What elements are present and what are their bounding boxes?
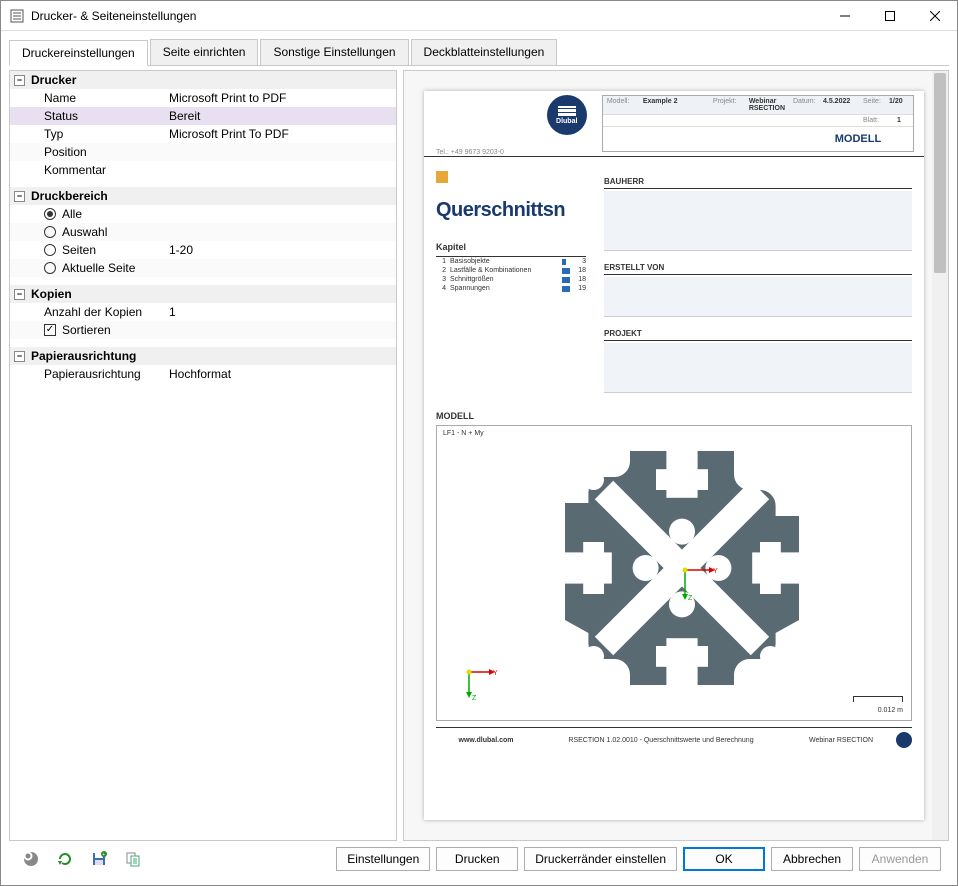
svg-text:+: + xyxy=(102,852,105,858)
tab-seite-einrichten[interactable]: Seite einrichten xyxy=(150,39,259,65)
section-projekt: PROJEKT xyxy=(604,329,912,341)
expander-druckbereich[interactable]: − xyxy=(14,191,25,202)
tab-druckereinstellungen[interactable]: Druckereinstellungen xyxy=(9,40,148,66)
value-seiten[interactable]: 1-20 xyxy=(165,242,396,258)
header-info-table: Modell:Example 2 Projekt:Webinar RSECTIO… xyxy=(602,95,914,152)
value-anzahl[interactable]: 1 xyxy=(165,304,396,320)
section-bauherr: BAUHERR xyxy=(604,177,912,189)
close-button[interactable] xyxy=(912,1,957,30)
window-title: Drucker- & Seiteneinstellungen xyxy=(31,9,822,23)
label-seiten: Seiten xyxy=(62,243,96,257)
group-druckbereich-title: Druckbereich xyxy=(31,189,108,203)
check-sortieren[interactable] xyxy=(44,324,56,336)
label-aktuell: Aktuelle Seite xyxy=(62,261,135,275)
axis-center: Y Z xyxy=(681,566,721,608)
expander-drucker[interactable]: − xyxy=(14,75,25,86)
app-icon xyxy=(9,8,25,24)
titlebar: Drucker- & Seiteneinstellungen xyxy=(1,1,957,31)
preview-scrollbar[interactable] xyxy=(932,71,948,840)
tab-deckblatt[interactable]: Deckblatteinstellungen xyxy=(411,39,558,65)
svg-text:Z: Z xyxy=(472,695,477,702)
svg-text:Y: Y xyxy=(713,568,718,575)
kapitel-table: 1Basisobjekte3 2Lastfälle & Kombinatione… xyxy=(436,256,586,293)
kapitel-title: Kapitel xyxy=(436,242,586,252)
section-modell: MODELL xyxy=(436,411,912,421)
scale-label: 0.012 m xyxy=(878,707,903,714)
preview-footer: www.dlubal.com RSECTION 1.02.0010 - Quer… xyxy=(436,727,912,752)
refresh-icon[interactable] xyxy=(51,845,79,873)
value-name[interactable]: Microsoft Print to PDF xyxy=(165,90,396,106)
section-erstellt: ERSTELLT VON xyxy=(604,263,912,275)
label-kommentar: Kommentar xyxy=(10,162,165,178)
value-typ: Microsoft Print To PDF xyxy=(165,126,396,142)
group-drucker: − Drucker NameMicrosoft Print to PDF Sta… xyxy=(10,71,396,179)
einstellungen-button[interactable]: Einstellungen xyxy=(336,847,430,871)
abbrechen-button[interactable]: Abbrechen xyxy=(771,847,853,871)
raender-button[interactable]: Druckerränder einstellen xyxy=(524,847,677,871)
header-modell-label: MODELL xyxy=(803,127,913,151)
loadcase-label: LF1 - N + My xyxy=(443,430,484,437)
svg-text:Z: Z xyxy=(688,595,693,602)
tel-text: Tel.: +49 9673 9203-0 xyxy=(436,149,504,156)
label-alle: Alle xyxy=(62,207,82,221)
section-icon xyxy=(436,171,448,183)
big-title: Querschnittsn xyxy=(436,199,586,222)
radio-auswahl[interactable] xyxy=(44,226,56,238)
help-icon[interactable] xyxy=(17,845,45,873)
drucken-button[interactable]: Drucken xyxy=(436,847,518,871)
svg-text:Y: Y xyxy=(493,670,498,677)
tab-bar: Druckereinstellungen Seite einrichten So… xyxy=(9,39,949,66)
value-kommentar xyxy=(165,169,396,171)
label-name: Name xyxy=(10,90,165,106)
maximize-button[interactable] xyxy=(867,1,912,30)
radio-aktuell[interactable] xyxy=(44,262,56,274)
anwenden-button[interactable]: Anwenden xyxy=(859,847,941,871)
group-papier-title: Papierausrichtung xyxy=(31,349,136,363)
preview-page: Dlubal Modell:Example 2 Projekt:Webinar … xyxy=(424,91,924,820)
tab-sonstige[interactable]: Sonstige Einstellungen xyxy=(260,39,408,65)
minimize-button[interactable] xyxy=(822,1,867,30)
clipboard-icon[interactable] xyxy=(119,845,147,873)
label-sortieren: Sortieren xyxy=(62,323,111,337)
preview-panel: Dlubal Modell:Example 2 Projekt:Webinar … xyxy=(403,70,949,841)
label-papier: Papierausrichtung xyxy=(10,366,165,382)
label-status: Status xyxy=(10,108,165,124)
group-drucker-title: Drucker xyxy=(31,73,76,87)
logo-icon: Dlubal xyxy=(547,95,592,135)
settings-tree: − Drucker NameMicrosoft Print to PDF Sta… xyxy=(9,70,397,841)
value-papier[interactable]: Hochformat xyxy=(165,366,396,382)
footer-logo-icon xyxy=(896,732,912,748)
label-typ: Typ xyxy=(10,126,165,142)
bottom-toolbar: + Einstellungen Drucken Druckerränder ei… xyxy=(9,841,949,877)
radio-seiten[interactable] xyxy=(44,244,56,256)
group-papier: − Papierausrichtung PapierausrichtungHoc… xyxy=(10,347,396,383)
expander-kopien[interactable]: − xyxy=(14,289,25,300)
ok-button[interactable]: OK xyxy=(683,847,765,871)
group-kopien: − Kopien Anzahl der Kopien1 Sortieren xyxy=(10,285,396,339)
label-position: Position xyxy=(10,144,165,160)
scale-bar xyxy=(853,696,903,702)
label-anzahl: Anzahl der Kopien xyxy=(10,304,165,320)
modell-graphic-box: LF1 - N + My xyxy=(436,425,912,721)
radio-alle[interactable] xyxy=(44,208,56,220)
group-druckbereich: − Druckbereich Alle Auswahl Seiten 1-20 A… xyxy=(10,187,396,277)
expander-papier[interactable]: − xyxy=(14,351,25,362)
value-status: Bereit xyxy=(165,108,396,124)
group-kopien-title: Kopien xyxy=(31,287,72,301)
value-position xyxy=(165,151,396,153)
label-auswahl: Auswahl xyxy=(62,225,107,239)
axis-corner: Y Z xyxy=(465,668,505,710)
save-icon[interactable]: + xyxy=(85,845,113,873)
